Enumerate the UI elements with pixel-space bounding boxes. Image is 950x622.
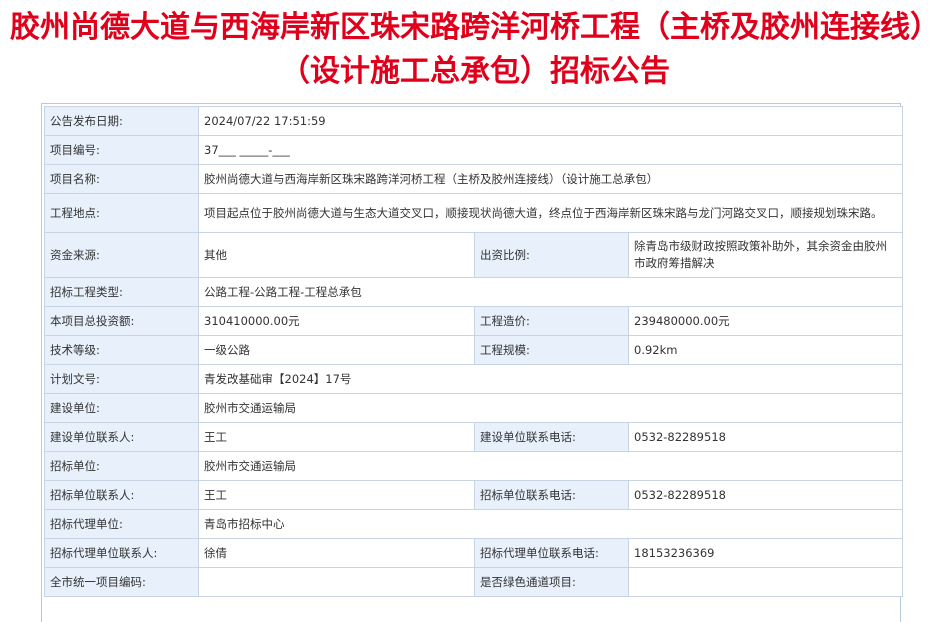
table-row: 项目名称: 胶州尚德大道与西海岸新区珠宋路跨洋河桥工程（主桥及胶州连接线）（设计… [44,164,904,194]
tech-grade-value: 一级公路 [198,335,475,365]
tender-phone-label: 招标单位联系电话: [474,480,629,510]
tender-unit-value: 胶州市交通运输局 [197,451,904,481]
build-unit-value: 胶州市交通运输局 [197,393,904,423]
announcement-table: 公告发布日期: 2024/07/22 17:51:59 项目编号: 37___ … [44,106,904,597]
table-row: 招标单位联系人: 王工 招标单位联系电话: 0532-82289518 [44,480,904,510]
agent-unit-label: 招标代理单位: [44,509,199,539]
total-invest-label: 本项目总投资额: [44,306,199,336]
project-name-label: 项目名称: [44,164,199,194]
unified-code-label: 全市统一项目编码: [44,567,199,597]
tender-type-label: 招标工程类型: [44,277,199,307]
build-contact-label: 建设单位联系人: [44,422,199,452]
fund-source-label: 资金来源: [44,232,199,278]
table-row: 招标代理单位: 青岛市招标中心 [44,509,904,539]
plan-doc-label: 计划文号: [44,364,199,394]
announcement-table-frame: 公告发布日期: 2024/07/22 17:51:59 项目编号: 37___ … [41,103,904,622]
table-row: 计划文号: 青发改基础审【2024】17号 [44,364,904,394]
tender-contact-value: 王工 [198,480,475,510]
tender-type-value: 公路工程-公路工程-工程总承包 [197,277,904,307]
tender-contact-label: 招标单位联系人: [44,480,199,510]
build-phone-label: 建设单位联系电话: [474,422,629,452]
table-row: 工程地点: 项目起点位于胶州尚德大道与生态大道交叉口，顺接现状尚德大道，终点位于… [44,193,904,233]
cost-label: 工程造价: [474,306,629,336]
table-row: 招标代理单位联系人: 徐倩 招标代理单位联系电话: 18153236369 [44,538,904,568]
agent-contact-value: 徐倩 [198,538,475,568]
table-row: 建设单位: 胶州市交通运输局 [44,393,904,423]
total-invest-value: 310410000.00元 [198,306,475,336]
scale-value: 0.92km [627,335,904,365]
green-channel-label: 是否绿色通道项目: [474,567,629,597]
project-name-value: 胶州尚德大道与西海岸新区珠宋路跨洋河桥工程（主桥及胶州连接线）（设计施工总承包） [197,164,904,194]
table-row: 本项目总投资额: 310410000.00元 工程造价: 239480000.0… [44,306,904,336]
tender-phone-value: 0532-82289518 [627,480,904,510]
fund-ratio-label: 出资比例: [474,232,629,278]
cost-value: 239480000.00元 [627,306,904,336]
scale-label: 工程规模: [474,335,629,365]
plan-doc-value: 青发改基础审【2024】17号 [197,364,904,394]
project-no-value: 37___ _____-___ [197,135,904,165]
table-row: 公告发布日期: 2024/07/22 17:51:59 [44,106,904,136]
project-no-label: 项目编号: [44,135,199,165]
agent-phone-value: 18153236369 [627,538,904,568]
build-contact-value: 王工 [198,422,475,452]
agent-phone-label: 招标代理单位联系电话: [474,538,629,568]
table-row: 招标工程类型: 公路工程-公路工程-工程总承包 [44,277,904,307]
fund-source-value: 其他 [198,232,475,278]
fund-ratio-value: 除青岛市级财政按照政策补助外，其余资金由胶州市政府筹措解决 [627,232,904,278]
agent-unit-value: 青岛市招标中心 [197,509,904,539]
build-unit-label: 建设单位: [44,393,199,423]
table-row: 资金来源: 其他 出资比例: 除青岛市级财政按照政策补助外，其余资金由胶州市政府… [44,232,904,278]
location-value: 项目起点位于胶州尚德大道与生态大道交叉口，顺接现状尚德大道，终点位于西海岸新区珠… [197,193,904,233]
table-row: 建设单位联系人: 王工 建设单位联系电话: 0532-82289518 [44,422,904,452]
publish-date-label: 公告发布日期: [44,106,199,136]
tender-unit-label: 招标单位: [44,451,199,481]
tech-grade-label: 技术等级: [44,335,199,365]
agent-contact-label: 招标代理单位联系人: [44,538,199,568]
table-row: 技术等级: 一级公路 工程规模: 0.92km [44,335,904,365]
unified-code-value [198,567,475,597]
publish-date-value: 2024/07/22 17:51:59 [197,106,904,136]
location-label: 工程地点: [44,193,199,233]
build-phone-value: 0532-82289518 [627,422,904,452]
table-row: 全市统一项目编码: 是否绿色通道项目: [44,567,904,597]
green-channel-value [627,567,904,597]
table-row: 招标单位: 胶州市交通运输局 [44,451,904,481]
page-title: 胶州尚德大道与西海岸新区珠宋路跨洋河桥工程（主桥及胶州连接线）（设计施工总承包）… [10,10,940,89]
table-row: 项目编号: 37___ _____-___ [44,135,904,165]
